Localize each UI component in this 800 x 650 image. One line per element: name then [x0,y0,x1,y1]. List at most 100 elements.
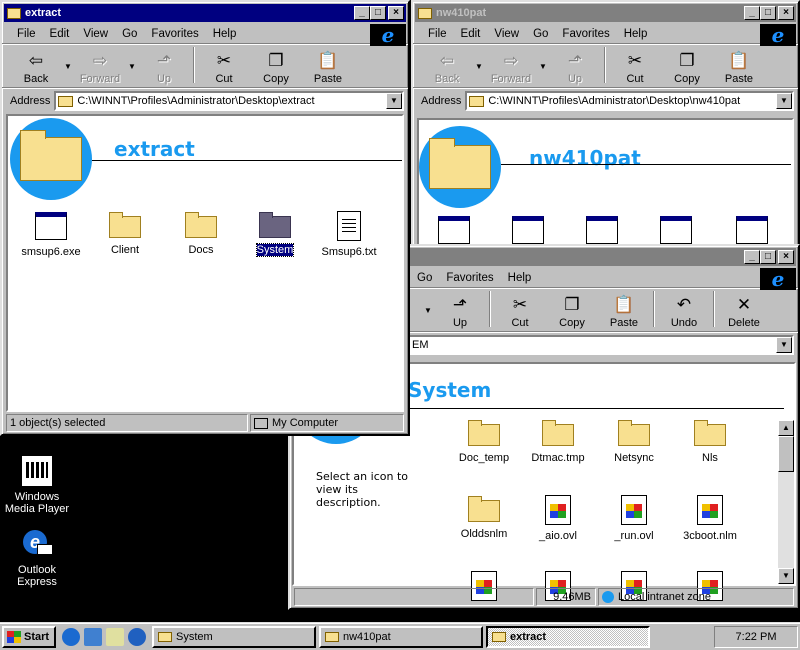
menu-favorites[interactable]: Favorites [555,28,616,40]
scroll-thumb[interactable] [778,436,794,472]
back-dropdown[interactable]: ▼ [62,62,74,71]
folder-item-selected[interactable]: System [240,208,310,257]
scroll-up-button[interactable]: ▲ [778,420,794,436]
folder-item[interactable]: Doc_temp [449,416,519,464]
minimize-button[interactable]: _ [744,6,760,20]
close-button[interactable]: × [388,6,404,20]
forward-dropdown[interactable]: ▼ [422,306,434,315]
channels-icon[interactable] [128,627,146,646]
title-bar[interactable]: extract _ □ × [4,4,406,22]
window-nw410pat[interactable]: nw410pat _ □ × File Edit View Go Favorit… [411,0,800,252]
file-item[interactable]: 3cboot.nlm [675,492,745,542]
folder-heading: System [408,378,492,402]
folder-icon [618,420,650,446]
menu-view[interactable]: View [487,28,526,40]
minimize-button[interactable]: _ [354,6,370,20]
menu-bar: File Edit View Go Favorites Help e [2,23,408,47]
folder-item[interactable]: Netsync [599,416,669,464]
menu-favorites[interactable]: Favorites [439,272,500,284]
maximize-button[interactable]: □ [760,250,776,264]
folder-item[interactable]: Nls [675,416,745,464]
title-bar[interactable]: nw410pat _ □ × [415,4,796,22]
banner-divider [92,160,402,161]
back-dropdown[interactable]: ▼ [473,62,485,71]
menu-go[interactable]: Go [526,28,555,40]
maximize-button[interactable]: □ [760,6,776,20]
delete-button[interactable]: ✕ Delete [718,293,770,329]
file-item[interactable]: _aio.ovl [523,492,593,542]
paste-button[interactable]: 📋 Paste [302,49,354,85]
address-input[interactable]: C:\WINNT\Profiles\Administrator\Desktop\… [465,91,794,111]
address-input[interactable]: C:\WINNT\Profiles\Administrator\Desktop\… [54,91,404,111]
address-label: Address [10,95,51,107]
up-button[interactable]: ⬏ Up [549,49,601,85]
taskbar-button-extract[interactable]: extract [486,625,650,648]
folder-item[interactable]: Olddsnlm [449,492,519,540]
show-desktop-icon[interactable] [106,627,124,646]
close-button[interactable]: × [778,250,794,264]
folder-icon [109,212,141,238]
outlook-express-icon[interactable] [84,627,102,646]
forward-button[interactable]: ⇨ Forward [74,49,126,85]
cut-button[interactable]: ✂ Cut [609,49,661,85]
copy-button[interactable]: ❐ Copy [546,293,598,329]
forward-dropdown[interactable]: ▼ [537,62,549,71]
file-item[interactable]: _run.ovl [599,492,669,542]
menu-help[interactable]: Help [501,272,539,284]
undo-button[interactable]: ↶ Undo [658,293,710,329]
system-file-icon [545,495,571,525]
menu-favorites[interactable]: Favorites [144,28,205,40]
desktop-icon-media-player[interactable]: Windows Media Player [2,455,72,515]
forward-button[interactable]: ⇨ Forward [485,49,537,85]
address-dropdown-button[interactable]: ▼ [776,93,792,109]
status-selection: 1 object(s) selected [6,414,248,432]
paste-button[interactable]: 📋 Paste [598,293,650,329]
media-player-icon [21,455,53,487]
close-button[interactable]: × [778,6,794,20]
address-dropdown-button[interactable]: ▼ [386,93,402,109]
back-button[interactable]: ⇦ Back [421,49,473,85]
taskbar-button-system[interactable]: System [152,625,316,648]
start-button[interactable]: Start [2,625,56,648]
menu-help[interactable]: Help [617,28,655,40]
copy-button[interactable]: ❐ Copy [661,49,713,85]
menu-edit[interactable]: Edit [43,28,77,40]
cut-button[interactable]: ✂ Cut [198,49,250,85]
window-extract[interactable]: extract _ □ × File Edit View Go Favorite… [0,0,410,436]
up-button[interactable]: ⬏ Up [138,49,190,85]
taskbar-button-nw410pat[interactable]: nw410pat [319,625,483,648]
menu-go[interactable]: Go [115,28,144,40]
clock[interactable]: 7:22 PM [736,631,777,643]
status-size: 9.46MB [536,588,596,606]
vertical-scrollbar[interactable]: ▲ ▼ [778,420,794,584]
menu-view[interactable]: View [76,28,115,40]
internet-explorer-icon[interactable] [62,627,80,646]
back-button[interactable]: ⇦ Back [10,49,62,85]
minimize-button[interactable]: _ [744,250,760,264]
folder-item[interactable]: Dtmac.tmp [523,416,593,464]
address-input[interactable]: EM ▼ [408,335,794,355]
description-text: Select an icon to view its description. [316,470,408,509]
maximize-button[interactable]: □ [370,6,386,20]
up-button[interactable]: ⬏ Up [434,293,486,329]
forward-dropdown[interactable]: ▼ [126,62,138,71]
scroll-down-button[interactable]: ▼ [778,568,794,584]
folder-banner: extract [10,118,195,200]
menu-edit[interactable]: Edit [454,28,488,40]
folder-item[interactable]: Client [90,208,160,256]
menu-go[interactable]: Go [410,272,439,284]
folder-item[interactable]: Docs [166,208,236,256]
address-dropdown-button[interactable]: ▼ [776,337,792,353]
paste-button[interactable]: 📋 Paste [713,49,765,85]
cut-button[interactable]: ✂ Cut [494,293,546,329]
menu-file[interactable]: File [421,28,454,40]
menu-file[interactable]: File [10,28,43,40]
status-location: My Computer [250,414,404,432]
file-item[interactable]: Smsup6.txt [314,208,384,258]
menu-help[interactable]: Help [206,28,244,40]
copy-button[interactable]: ❐ Copy [250,49,302,85]
address-label: Address [421,95,462,107]
desktop-icon-outlook-express[interactable]: e Outlook Express [2,528,72,588]
system-tray: 7:22 PM [714,625,798,648]
file-item[interactable]: smsup6.exe [16,208,86,258]
